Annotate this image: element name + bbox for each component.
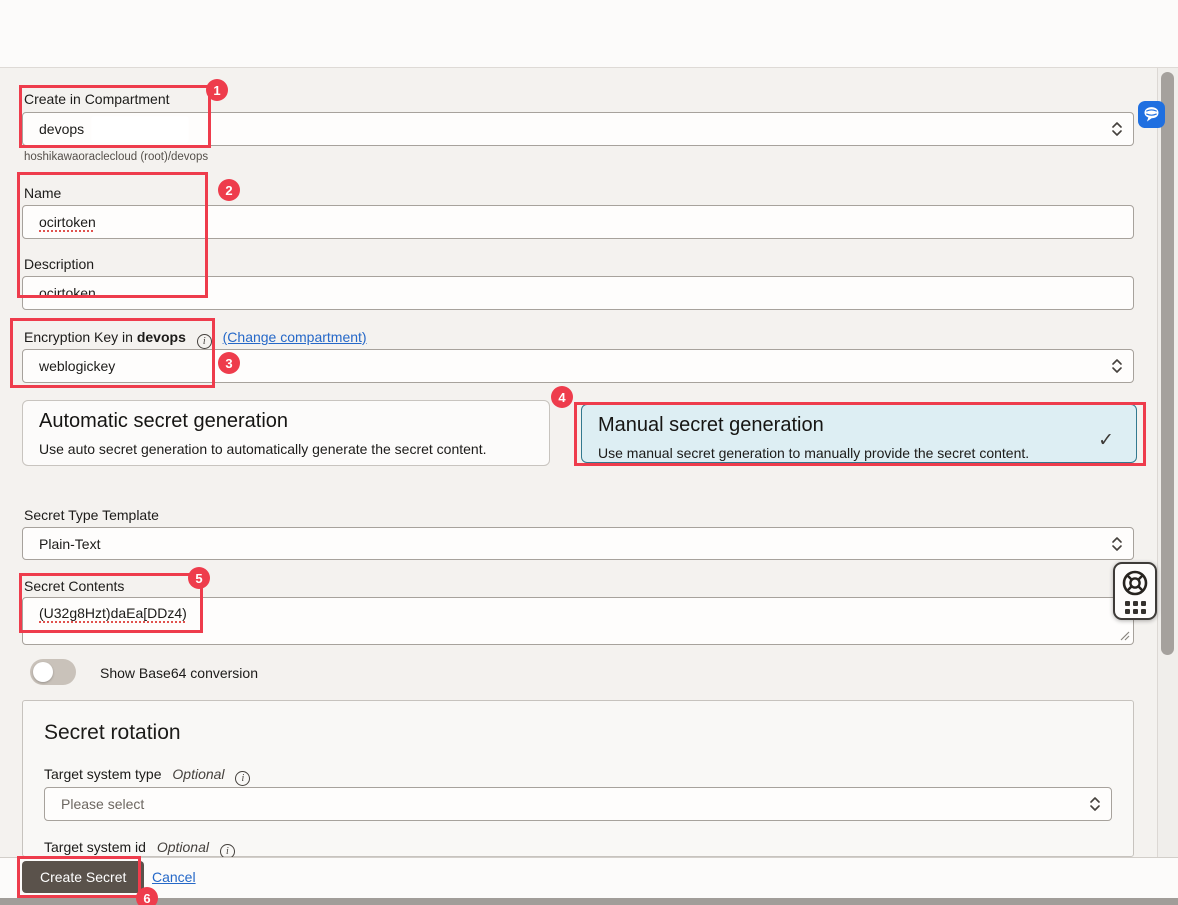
target-system-id-optional: Optional <box>157 839 209 855</box>
target-system-type-text: Target system type <box>44 766 162 782</box>
page-header <box>0 0 1178 68</box>
name-input[interactable]: ocirtoken <box>22 205 1134 239</box>
check-icon: ✓ <box>1098 429 1114 452</box>
annotation-badge-6: 6 <box>136 887 158 905</box>
annotation-badge-5: 5 <box>188 567 210 589</box>
secret-type-select[interactable]: Plain-Text <box>22 527 1134 560</box>
secret-contents-textarea[interactable]: (U32g8Hzt)daEa[DDz4) <box>22 597 1134 645</box>
base64-toggle-label: Show Base64 conversion <box>100 665 258 681</box>
chevron-up-down-icon <box>1089 796 1101 812</box>
annotation-badge-1: 1 <box>206 79 228 101</box>
secret-contents-label: Secret Contents <box>24 578 124 594</box>
target-system-id-label: Target system id Optional i <box>44 839 235 859</box>
encryption-key-label-prefix: Encryption Key in <box>24 329 133 345</box>
secret-type-label: Secret Type Template <box>24 507 159 523</box>
lifebuoy-icon[interactable] <box>1120 568 1150 598</box>
automatic-generation-card[interactable]: Automatic secret generation Use auto sec… <box>22 400 550 466</box>
info-icon[interactable]: i <box>235 771 250 786</box>
encryption-key-compartment: devops <box>137 329 186 345</box>
description-value: ocirtoken <box>39 285 96 301</box>
target-system-type-optional: Optional <box>172 766 224 782</box>
target-system-type-label: Target system type Optional i <box>44 766 250 786</box>
encryption-key-select[interactable]: weblogickey <box>22 349 1134 383</box>
create-secret-button[interactable]: Create Secret <box>22 861 144 893</box>
target-system-id-text: Target system id <box>44 839 146 855</box>
annotation-badge-4: 4 <box>551 386 573 408</box>
manual-generation-title: Manual secret generation <box>598 414 1120 437</box>
base64-toggle[interactable] <box>30 659 76 685</box>
scrollbar-thumb[interactable] <box>1161 72 1174 655</box>
annotation-badge-3: 3 <box>218 352 240 374</box>
compartment-hint: hoshikawaoraclecloud (root)/devops <box>24 151 208 163</box>
automatic-generation-title: Automatic secret generation <box>39 410 533 433</box>
target-system-type-placeholder: Please select <box>61 796 144 812</box>
compartment-value: devops <box>39 121 84 137</box>
compartment-select[interactable]: devops <box>22 112 1134 146</box>
name-value: ocirtoken <box>39 214 96 230</box>
automatic-generation-description: Use auto secret generation to automatica… <box>39 441 533 457</box>
chevron-up-down-icon <box>1111 358 1123 374</box>
secret-type-value: Plain-Text <box>39 536 100 552</box>
redaction-patch <box>91 116 189 143</box>
manual-generation-card[interactable]: Manual secret generation Use manual secr… <box>581 404 1137 463</box>
chevron-up-down-icon <box>1111 536 1123 552</box>
chevron-up-down-icon <box>1111 121 1123 137</box>
chat-swirl-icon <box>1141 104 1162 125</box>
encryption-key-value: weblogickey <box>39 358 115 374</box>
toggle-knob <box>33 662 53 682</box>
grid-dots-icon[interactable] <box>1125 601 1146 614</box>
target-system-type-select[interactable]: Please select <box>44 787 1112 821</box>
annotation-badge-2: 2 <box>218 179 240 201</box>
secret-contents-value: (U32g8Hzt)daEa[DDz4) <box>39 605 187 621</box>
compartment-label: Create in Compartment <box>24 91 170 107</box>
cancel-link[interactable]: Cancel <box>152 869 196 885</box>
name-label: Name <box>24 185 61 201</box>
secret-rotation-title: Secret rotation <box>44 721 181 745</box>
resize-handle-icon[interactable] <box>1120 631 1130 641</box>
description-input[interactable]: ocirtoken <box>22 276 1134 310</box>
change-compartment-link[interactable]: (Change compartment) <box>223 329 367 345</box>
info-icon[interactable]: i <box>197 334 212 349</box>
floating-helper-widget[interactable] <box>1113 562 1157 620</box>
description-label: Description <box>24 256 94 272</box>
browser-extension-icon[interactable] <box>1138 101 1165 128</box>
bottom-edge-strip <box>0 898 1178 905</box>
encryption-key-label: Encryption Key in devops i (Change compa… <box>24 329 367 349</box>
manual-generation-description: Use manual secret generation to manually… <box>598 445 1120 461</box>
